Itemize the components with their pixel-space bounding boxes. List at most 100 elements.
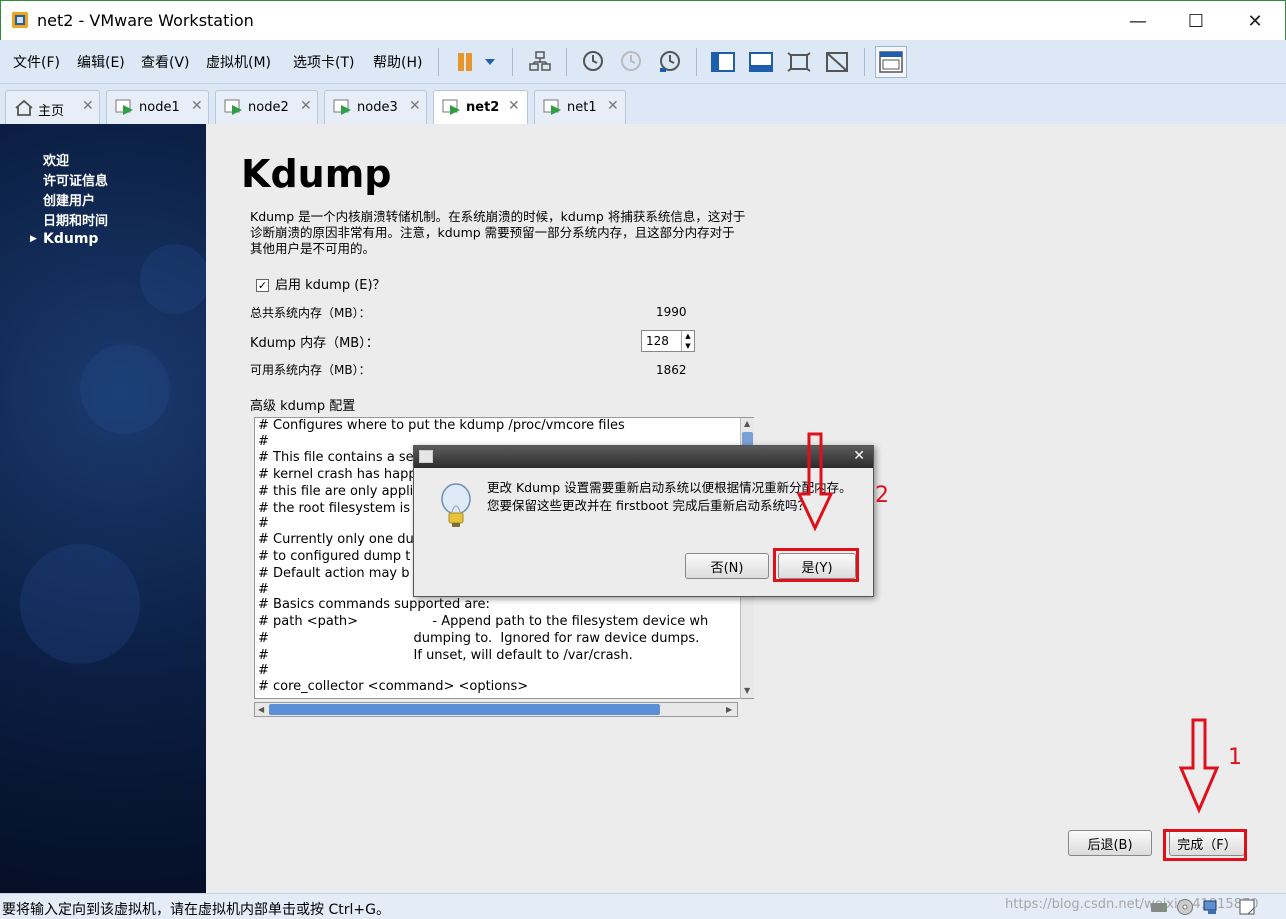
status-message: 要将输入定向到该虚拟机，请在虚拟机内部单击或按 Ctrl+G。 — [2, 902, 390, 918]
kdump-memory-value: 128 — [646, 334, 669, 348]
menu-vm[interactable]: 虚拟机(M) — [206, 52, 271, 72]
clock-icon — [583, 51, 603, 71]
sidebar-item-date-time: 日期和时间 — [43, 214, 109, 229]
show-thumbnail-button[interactable] — [746, 47, 776, 77]
decorative-circle — [140, 244, 210, 314]
console-view-button[interactable] — [875, 46, 907, 78]
enable-kdump-row[interactable]: ✓ 启用 kdump (E)？ — [256, 274, 386, 293]
scrollbar-thumb[interactable] — [269, 704, 660, 715]
scroll-left-icon[interactable]: ◀ — [258, 705, 264, 714]
close-icon[interactable]: ✕ — [300, 98, 312, 114]
config-line: # dumping to. Ignored for raw device dum… — [258, 631, 700, 646]
config-line: # — [258, 582, 269, 597]
tab-label: 主页 — [38, 104, 65, 119]
scroll-right-icon[interactable]: ▶ — [726, 705, 732, 714]
config-line: # — [258, 663, 269, 678]
close-icon: ✕ — [1247, 10, 1263, 32]
menu-view[interactable]: 查看(V) — [141, 52, 190, 72]
enable-kdump-checkbox[interactable]: ✓ — [256, 279, 269, 292]
toolbar-separator — [512, 48, 513, 76]
kdump-description: Kdump 是一个内核崩溃转储机制。在系统崩溃的时候，kdump 将捕获系统信息… — [250, 209, 746, 256]
status-bar: 要将输入定向到该虚拟机，请在虚拟机内部单击或按 Ctrl+G。 https://… — [0, 893, 1286, 919]
hdd-icon[interactable] — [1150, 898, 1168, 916]
toolbar-separator — [566, 48, 567, 76]
enable-kdump-label: 启用 kdump (E)？ — [275, 278, 386, 293]
toolbar-separator — [864, 48, 865, 76]
annotation-step-2: 2 — [875, 483, 889, 508]
fullscreen-icon — [787, 52, 811, 72]
send-ctrl-alt-del-button[interactable] — [525, 47, 555, 77]
minimize-icon: — — [1129, 10, 1147, 32]
firstboot-sidebar: 欢迎 许可证信息 创建用户 日期和时间 ▶ Kdump — [0, 124, 210, 893]
vm-icon — [333, 99, 351, 115]
vm-icon — [543, 99, 561, 115]
scroll-down-icon[interactable]: ▼ — [744, 686, 750, 695]
config-horizontal-scrollbar[interactable]: ◀ ▶ — [254, 702, 738, 717]
config-line: # Currently only one du — [258, 532, 414, 547]
tab-node1[interactable]: node1 ✕ — [106, 90, 209, 124]
snapshot-manager-button[interactable] — [655, 47, 685, 77]
close-icon[interactable]: ✕ — [82, 98, 94, 114]
config-line: # Default action may b — [258, 566, 410, 581]
menu-tabs[interactable]: 选项卡(T) — [293, 52, 354, 72]
menu-help[interactable]: 帮助(H) — [373, 52, 422, 72]
tab-node2[interactable]: node2 ✕ — [215, 90, 318, 124]
no-button[interactable]: 否(N) — [685, 553, 769, 579]
page-title: Kdump — [241, 152, 392, 196]
vm-icon — [115, 99, 133, 115]
cdrom-icon[interactable] — [1176, 898, 1194, 916]
title-bar: net2 - VMware Workstation — ☐ ✕ — [0, 0, 1286, 40]
stepper-arrows-icon[interactable]: ▲ ▼ — [681, 331, 694, 351]
available-memory-label: 可用系统内存（MB）： — [250, 363, 371, 377]
config-line: # This file contains a se — [258, 450, 414, 465]
annotation-arrow-icon — [796, 432, 834, 532]
full-screen-button[interactable] — [784, 47, 814, 77]
revert-snapshot-button[interactable] — [616, 47, 646, 77]
snapshot-button[interactable] — [578, 47, 608, 77]
pause-button[interactable] — [450, 47, 480, 77]
annotation-step-1: 1 — [1228, 745, 1242, 770]
config-line: # path <path> - Append path to the files… — [258, 614, 709, 629]
power-dropdown-button[interactable] — [478, 47, 502, 77]
config-line: # — [258, 434, 269, 449]
console-view-icon — [879, 51, 903, 73]
close-icon[interactable]: ✕ — [607, 98, 619, 114]
scroll-up-icon[interactable]: ▲ — [744, 419, 750, 428]
maximize-button[interactable]: ☐ — [1176, 7, 1216, 35]
close-window-button[interactable]: ✕ — [1235, 7, 1275, 35]
unity-button[interactable] — [822, 47, 852, 77]
kdump-memory-stepper[interactable]: 128 ▲ ▼ — [641, 330, 695, 352]
unity-icon — [826, 52, 848, 72]
available-memory-value: 1862 — [656, 363, 687, 377]
show-library-button[interactable] — [708, 47, 738, 77]
tab-label: net2 — [466, 100, 500, 115]
clock-manager-icon — [660, 51, 680, 72]
window-icon — [419, 450, 433, 463]
sidebar-item-license: 许可证信息 — [43, 174, 109, 189]
menu-file[interactable]: 文件(F) — [13, 52, 60, 72]
menu-toolbar-bar: 文件(F) 编辑(E) 查看(V) 虚拟机(M) 选项卡(T) 帮助(H) — [0, 40, 1286, 84]
config-line: # core_collector <command> <options> — [258, 679, 529, 694]
tab-net1[interactable]: net1 ✕ — [534, 90, 626, 124]
clock-back-icon — [621, 51, 641, 71]
close-icon[interactable]: ✕ — [409, 98, 421, 114]
close-icon[interactable]: ✕ — [191, 98, 203, 114]
config-line: # kernel crash has happ — [258, 467, 417, 482]
config-line: # If unset, will default to /var/crash. — [258, 648, 633, 663]
back-button[interactable]: 后退(B) — [1068, 830, 1152, 856]
tab-net2[interactable]: net2 ✕ — [433, 90, 528, 125]
minimize-button[interactable]: — — [1118, 7, 1158, 35]
vm-icon — [442, 99, 460, 115]
config-line: # to configured dump t — [258, 549, 411, 564]
tab-home[interactable]: 主页 ✕ — [5, 90, 100, 124]
message-log-icon[interactable] — [1238, 898, 1256, 916]
tab-node3[interactable]: node3 ✕ — [324, 90, 427, 124]
close-icon[interactable]: ✕ — [508, 98, 520, 114]
dialog-close-icon[interactable]: ✕ — [853, 448, 865, 464]
total-memory-value: 1990 — [656, 305, 687, 319]
network-icon — [529, 51, 551, 71]
network-adapter-icon[interactable] — [1202, 898, 1220, 916]
tab-label: net1 — [567, 100, 597, 115]
vmware-app-icon — [12, 12, 28, 28]
menu-edit[interactable]: 编辑(E) — [77, 52, 125, 72]
